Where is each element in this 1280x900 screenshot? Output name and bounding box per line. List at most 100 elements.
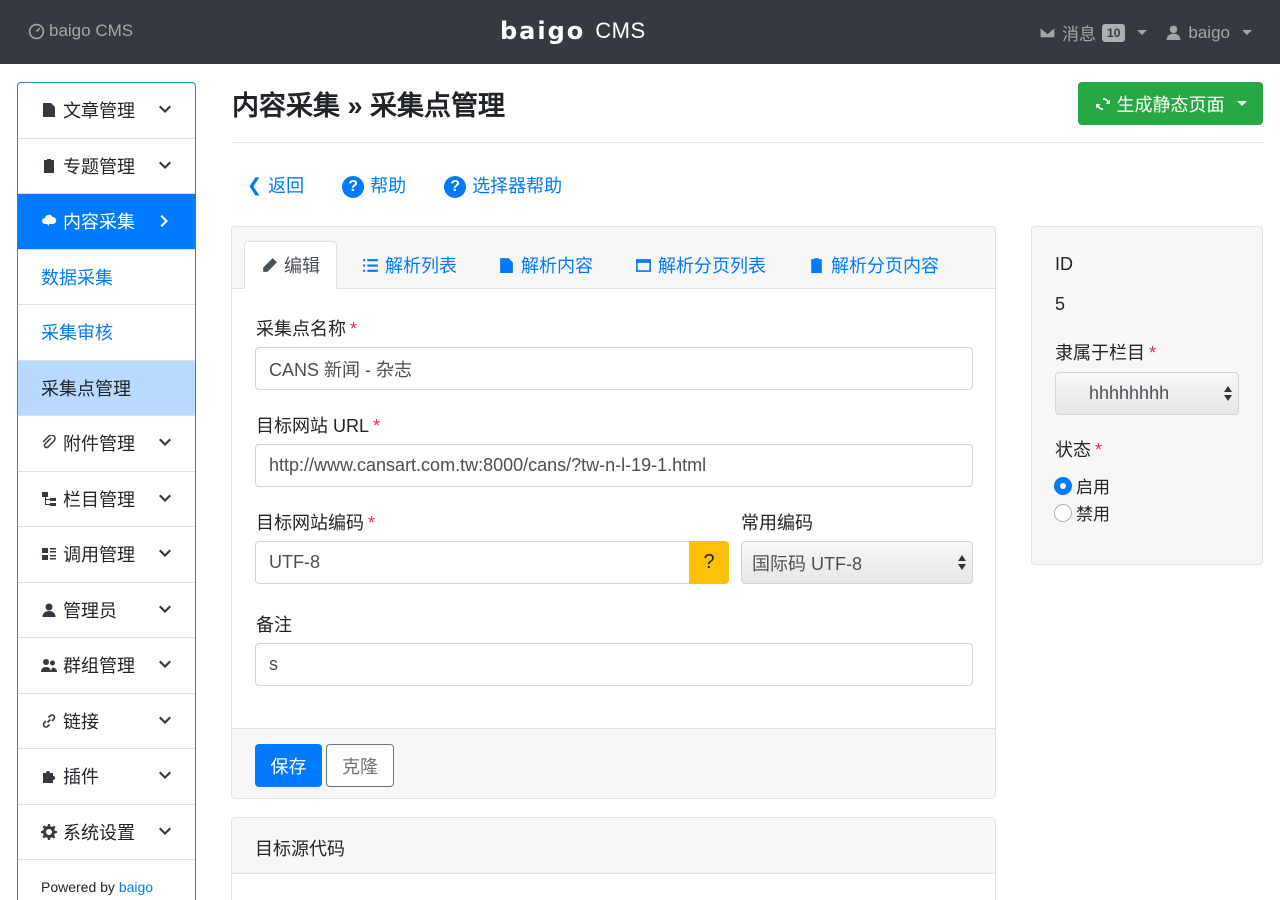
select-arrows-icon	[1224, 386, 1232, 401]
chevron-left-icon: ❮	[247, 174, 263, 195]
category-value: hhhhhhhh	[1089, 383, 1170, 403]
action-links: ❮ 返回 ? 帮助 ? 选择器帮助	[247, 172, 562, 198]
common-charset-value: 国际码 UTF-8	[752, 553, 862, 574]
header-divider	[232, 142, 1263, 143]
sidebar-item-label: 附件管理	[63, 434, 135, 455]
sidebar-subitem-data-gather[interactable]: 数据采集	[18, 250, 195, 305]
messages-dropdown[interactable]: 消息 10	[1039, 20, 1148, 45]
caret-down-icon	[1242, 30, 1252, 35]
sidebar-item-label: 内容采集	[63, 212, 135, 233]
envelope-icon	[1039, 26, 1056, 39]
users-icon	[40, 656, 58, 674]
status-label: 状态 *	[1055, 436, 1102, 462]
tab-parse-content[interactable]: 解析内容	[498, 241, 593, 289]
sidebar-footer: Powered by baigo	[18, 860, 195, 900]
sidebar-subitem-gather-review[interactable]: 采集审核	[18, 305, 195, 361]
sidebar-item-links[interactable]: 链接	[18, 694, 195, 749]
paperclip-icon	[40, 434, 58, 452]
chevron-down-icon	[157, 768, 173, 784]
chevron-down-icon	[157, 546, 173, 562]
gear-icon	[40, 823, 58, 841]
tab-label: 解析分页内容	[831, 256, 939, 276]
sidebar-item-plugins[interactable]: 插件	[18, 749, 195, 805]
sidebar-item-label: 调用管理	[63, 545, 135, 566]
sidebar-item-settings[interactable]: 系统设置	[18, 805, 195, 860]
sidebar-item-gather[interactable]: 内容采集	[18, 194, 195, 250]
tab-label: 解析列表	[385, 256, 457, 276]
save-button[interactable]: 保存	[255, 744, 322, 787]
messages-label: 消息	[1062, 25, 1097, 44]
nav-home-link[interactable]: baigo CMS	[28, 21, 133, 41]
tab-parse-list[interactable]: 解析列表	[362, 241, 457, 289]
user-icon	[40, 601, 58, 619]
user-dropdown[interactable]: baigo	[1165, 23, 1252, 43]
refresh-icon	[1095, 97, 1110, 110]
status-option-label: 禁用	[1076, 505, 1110, 524]
chevron-down-icon	[157, 824, 173, 840]
common-charset-select[interactable]: 国际码 UTF-8	[741, 541, 973, 584]
required-mark: *	[1149, 343, 1157, 363]
tab-label: 解析分页列表	[658, 256, 766, 276]
site-url-input[interactable]: http://www.cansart.com.tw:8000/cans/?tw-…	[255, 444, 973, 487]
brand[interactable]: baigo CMS	[500, 17, 646, 45]
tab-bar: 编辑 解析列表 解析内容 解析分页列表 解析分页内容	[232, 227, 995, 289]
chevron-down-icon	[157, 435, 173, 451]
tab-parse-page-content[interactable]: 解析分页内容	[808, 241, 939, 289]
sidebar-item-articles[interactable]: 文章管理	[18, 83, 195, 139]
status-option-label: 启用	[1076, 478, 1110, 497]
chevron-down-icon	[157, 491, 173, 507]
nav-home-label: baigo CMS	[49, 21, 134, 40]
sidebar-item-label: 系统设置	[63, 822, 135, 843]
category-select[interactable]: hhhhhhhh	[1055, 372, 1239, 415]
status-radio-enabled[interactable]: 启用	[1054, 473, 1110, 498]
sidebar-item-admins[interactable]: 管理员	[18, 583, 195, 638]
tab-parse-page-list[interactable]: 解析分页列表	[635, 241, 766, 289]
charset-input[interactable]: UTF-8	[255, 541, 691, 584]
gauge-icon	[28, 23, 45, 39]
sidebar-item-categories[interactable]: 栏目管理	[18, 472, 195, 527]
sidebar: 文章管理 专题管理 内容采集 数据采集 采集审核 采集点管理 附件管理 栏目管理…	[17, 82, 196, 900]
chevron-down-icon	[157, 657, 173, 673]
sidebar-item-attachments[interactable]: 附件管理	[18, 416, 195, 472]
chevron-down-icon	[157, 102, 173, 118]
url-label: 目标网站 URL *	[256, 412, 380, 438]
common-charset-label: 常用编码	[741, 513, 813, 533]
sidebar-item-calls[interactable]: 调用管理	[18, 527, 195, 583]
user-icon	[1166, 25, 1181, 40]
status-radio-disabled[interactable]: 禁用	[1054, 500, 1110, 525]
sidebar-item-label: 插件	[63, 767, 99, 788]
back-link[interactable]: ❮ 返回	[247, 172, 304, 198]
tab-label: 解析内容	[521, 256, 593, 276]
question-circle-icon: ?	[444, 176, 467, 198]
clone-button[interactable]: 克隆	[326, 744, 394, 787]
chevron-right-icon	[157, 213, 173, 229]
sidebar-subitem-gather-sites[interactable]: 采集点管理	[18, 360, 195, 416]
user-label: baigo	[1188, 22, 1230, 42]
sidebar-item-label: 栏目管理	[63, 489, 135, 510]
help-link[interactable]: ? 帮助	[342, 172, 406, 198]
list-alt-icon	[40, 545, 58, 563]
charset-help-button[interactable]: ?	[689, 541, 729, 584]
powered-by-link[interactable]: baigo	[119, 879, 153, 895]
generate-static-button[interactable]: 生成静态页面	[1078, 82, 1263, 125]
sidebar-item-groups[interactable]: 群组管理	[18, 638, 195, 694]
sidebar-item-label: 管理员	[63, 600, 117, 621]
select-arrows-icon	[958, 555, 966, 570]
top-navbar: baigo CMS baigo CMS 消息 10 baigo	[0, 0, 1280, 64]
edit-card: 编辑 解析列表 解析内容 解析分页列表 解析分页内容 采集点名称 * CANS 新…	[231, 226, 996, 799]
radio-unchecked-icon	[1054, 503, 1072, 522]
file-icon	[500, 257, 513, 273]
site-name-input[interactable]: CANS 新闻 - 杂志	[255, 347, 973, 390]
tab-edit[interactable]: 编辑	[244, 241, 337, 289]
sidebar-item-label: 文章管理	[63, 101, 135, 122]
required-mark: *	[368, 513, 376, 533]
puzzle-icon	[40, 767, 58, 785]
brand-text: CMS	[595, 18, 646, 43]
sitemap-icon	[40, 490, 58, 508]
note-input[interactable]: s	[255, 643, 973, 686]
selector-help-link[interactable]: ? 选择器帮助	[444, 172, 562, 198]
sidebar-item-topics[interactable]: 专题管理	[18, 139, 195, 194]
help-link-label: 帮助	[370, 176, 407, 196]
sidebar-item-label: 链接	[63, 711, 99, 732]
pencil-icon	[262, 257, 277, 273]
